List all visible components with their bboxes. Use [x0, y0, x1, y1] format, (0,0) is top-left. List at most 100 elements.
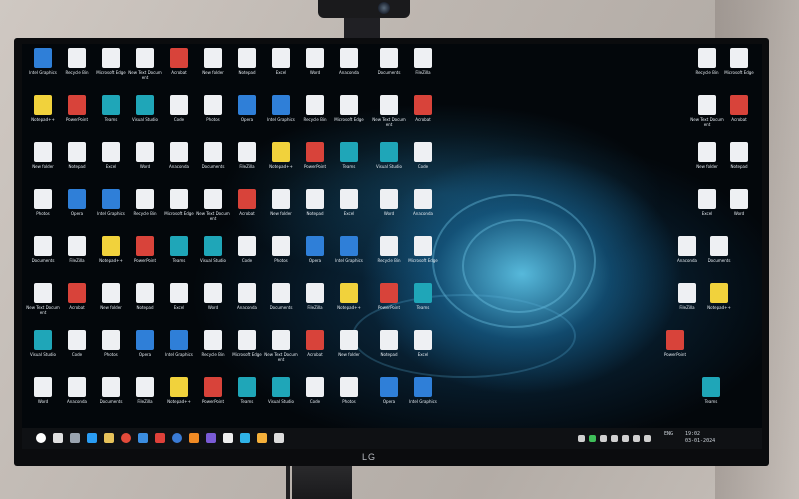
desktop-icon[interactable]: Visual Studio [26, 330, 60, 374]
desktop-icon[interactable]: New folder [94, 283, 128, 327]
desktop-icon[interactable]: Intel Graphics [264, 95, 298, 139]
tray-battery-icon[interactable] [622, 435, 629, 442]
desktop-icon[interactable]: Documents [26, 236, 60, 280]
desktop-icon[interactable]: Notepad [60, 142, 94, 186]
desktop-icon[interactable]: Excel [332, 189, 366, 233]
desktop-icon[interactable]: Intel Graphics [26, 48, 60, 92]
desktop-icon[interactable]: Teams [230, 377, 264, 421]
app-icon[interactable] [223, 433, 233, 443]
start-icon[interactable] [36, 433, 46, 443]
desktop-icon[interactable]: Recycle Bin [60, 48, 94, 92]
desktop-icon[interactable]: New Text Document [26, 283, 60, 327]
desktop-icon[interactable]: Microsoft Edge [406, 236, 440, 280]
desktop-icon[interactable]: Teams [94, 95, 128, 139]
desktop-icon[interactable]: Teams [332, 142, 366, 186]
tray-security-icon[interactable] [644, 435, 651, 442]
desktop-icon[interactable]: Notepad [230, 48, 264, 92]
desktop-icon[interactable]: FileZilla [406, 48, 440, 92]
desktop-icon[interactable]: Documents [372, 48, 406, 92]
desktop-icon[interactable]: Photos [332, 377, 366, 421]
desktop-icon[interactable]: PowerPoint [196, 377, 230, 421]
desktop-icon[interactable]: Photos [264, 236, 298, 280]
desktop-icon[interactable]: Notepad++ [26, 95, 60, 139]
desktop-icon[interactable]: Photos [94, 330, 128, 374]
desktop-icon[interactable]: Recycle Bin [196, 330, 230, 374]
desktop-icon[interactable]: Code [60, 330, 94, 374]
desktop-icon[interactable]: Notepad [372, 330, 406, 374]
tray-date[interactable]: 03-01-2024 [685, 438, 715, 444]
desktop-icon[interactable]: PowerPoint [128, 236, 162, 280]
desktop-icon[interactable]: Intel Graphics [162, 330, 196, 374]
desktop-icon[interactable]: New Text Document [128, 48, 162, 92]
desktop-icon[interactable]: Acrobat [60, 283, 94, 327]
desktop-icon[interactable]: Acrobat [406, 95, 440, 139]
desktop-icon[interactable]: Excel [690, 189, 724, 233]
desktop-icon[interactable]: Anaconda [670, 236, 704, 280]
app3-icon[interactable] [274, 433, 284, 443]
desktop-icon[interactable]: PowerPoint [60, 95, 94, 139]
desktop-icon[interactable]: FileZilla [128, 377, 162, 421]
desktop-icon[interactable]: PowerPoint [298, 142, 332, 186]
desktop-icon[interactable]: New folder [690, 142, 724, 186]
desktop-icon[interactable]: Code [162, 95, 196, 139]
desktop-icon[interactable]: Anaconda [406, 189, 440, 233]
mail-icon[interactable] [138, 433, 148, 443]
desktop-icon[interactable]: Opera [60, 189, 94, 233]
desktop-icon[interactable]: Intel Graphics [332, 236, 366, 280]
tray-volume-icon[interactable] [611, 435, 618, 442]
desktop-icon[interactable]: Teams [162, 236, 196, 280]
desktop-icon[interactable]: PowerPoint [658, 330, 692, 374]
desktop-icon[interactable]: Acrobat [722, 95, 756, 139]
desktop-icon[interactable]: Word [196, 283, 230, 327]
desktop-icon[interactable]: Visual Studio [264, 377, 298, 421]
desktop-icon[interactable]: Code [230, 236, 264, 280]
desktop-icon[interactable]: Documents [264, 283, 298, 327]
desktop-icon[interactable]: Notepad++ [702, 283, 736, 327]
browser-icon[interactable] [240, 433, 250, 443]
desktop-icon[interactable]: Notepad [722, 142, 756, 186]
desktop-icon[interactable]: Teams [406, 283, 440, 327]
search-icon[interactable] [53, 433, 63, 443]
desktop-icon[interactable]: Recycle Bin [298, 95, 332, 139]
desktop-icon[interactable]: Notepad++ [94, 236, 128, 280]
desktop-icon[interactable]: PowerPoint [372, 283, 406, 327]
desktop-icon[interactable]: Anaconda [162, 142, 196, 186]
desktop-icon[interactable]: Visual Studio [196, 236, 230, 280]
desktop-icon[interactable]: Excel [94, 142, 128, 186]
desktop-icon[interactable]: FileZilla [230, 142, 264, 186]
desktop-icon[interactable]: New folder [332, 330, 366, 374]
desktop-icon[interactable]: New Text Document [264, 330, 298, 374]
tray-chevron-icon[interactable] [578, 435, 585, 442]
store-icon[interactable] [172, 433, 182, 443]
desktop-icon[interactable]: New Text Document [196, 189, 230, 233]
vs-icon[interactable] [206, 433, 216, 443]
desktop-icon[interactable]: Microsoft Edge [162, 189, 196, 233]
desktop-icon[interactable]: Recycle Bin [690, 48, 724, 92]
desktop-icon[interactable]: Acrobat [162, 48, 196, 92]
desktop-icon[interactable]: FileZilla [60, 236, 94, 280]
desktop-icon[interactable]: Notepad++ [264, 142, 298, 186]
tray-app-icon[interactable] [589, 435, 596, 442]
explorer-icon[interactable] [104, 433, 114, 443]
desktop-icon[interactable]: Word [298, 48, 332, 92]
desktop-icon[interactable]: Microsoft Edge [94, 48, 128, 92]
desktop-icon[interactable]: Notepad++ [332, 283, 366, 327]
desktop-icon[interactable]: Recycle Bin [372, 236, 406, 280]
desktop-icon[interactable]: Intel Graphics [406, 377, 440, 421]
desktop-icon[interactable]: Acrobat [230, 189, 264, 233]
opera-icon[interactable] [155, 433, 165, 443]
app2-icon[interactable] [257, 433, 267, 443]
desktop-icon[interactable]: New folder [26, 142, 60, 186]
desktop-icon[interactable]: Documents [94, 377, 128, 421]
desktop-icon[interactable]: Microsoft Edge [722, 48, 756, 92]
desktop-icon[interactable]: Notepad++ [162, 377, 196, 421]
desktop-icon[interactable]: Code [298, 377, 332, 421]
tray-time[interactable]: 19:02 [685, 431, 700, 437]
desktop-icon[interactable]: Photos [196, 95, 230, 139]
desktop-icon[interactable]: Word [722, 189, 756, 233]
desktop-icon[interactable]: Notepad [298, 189, 332, 233]
tray-network-icon[interactable] [600, 435, 607, 442]
chrome-icon[interactable] [121, 433, 131, 443]
desktop-icon[interactable]: New Text Document [372, 95, 406, 139]
desktop-icon[interactable]: Anaconda [60, 377, 94, 421]
